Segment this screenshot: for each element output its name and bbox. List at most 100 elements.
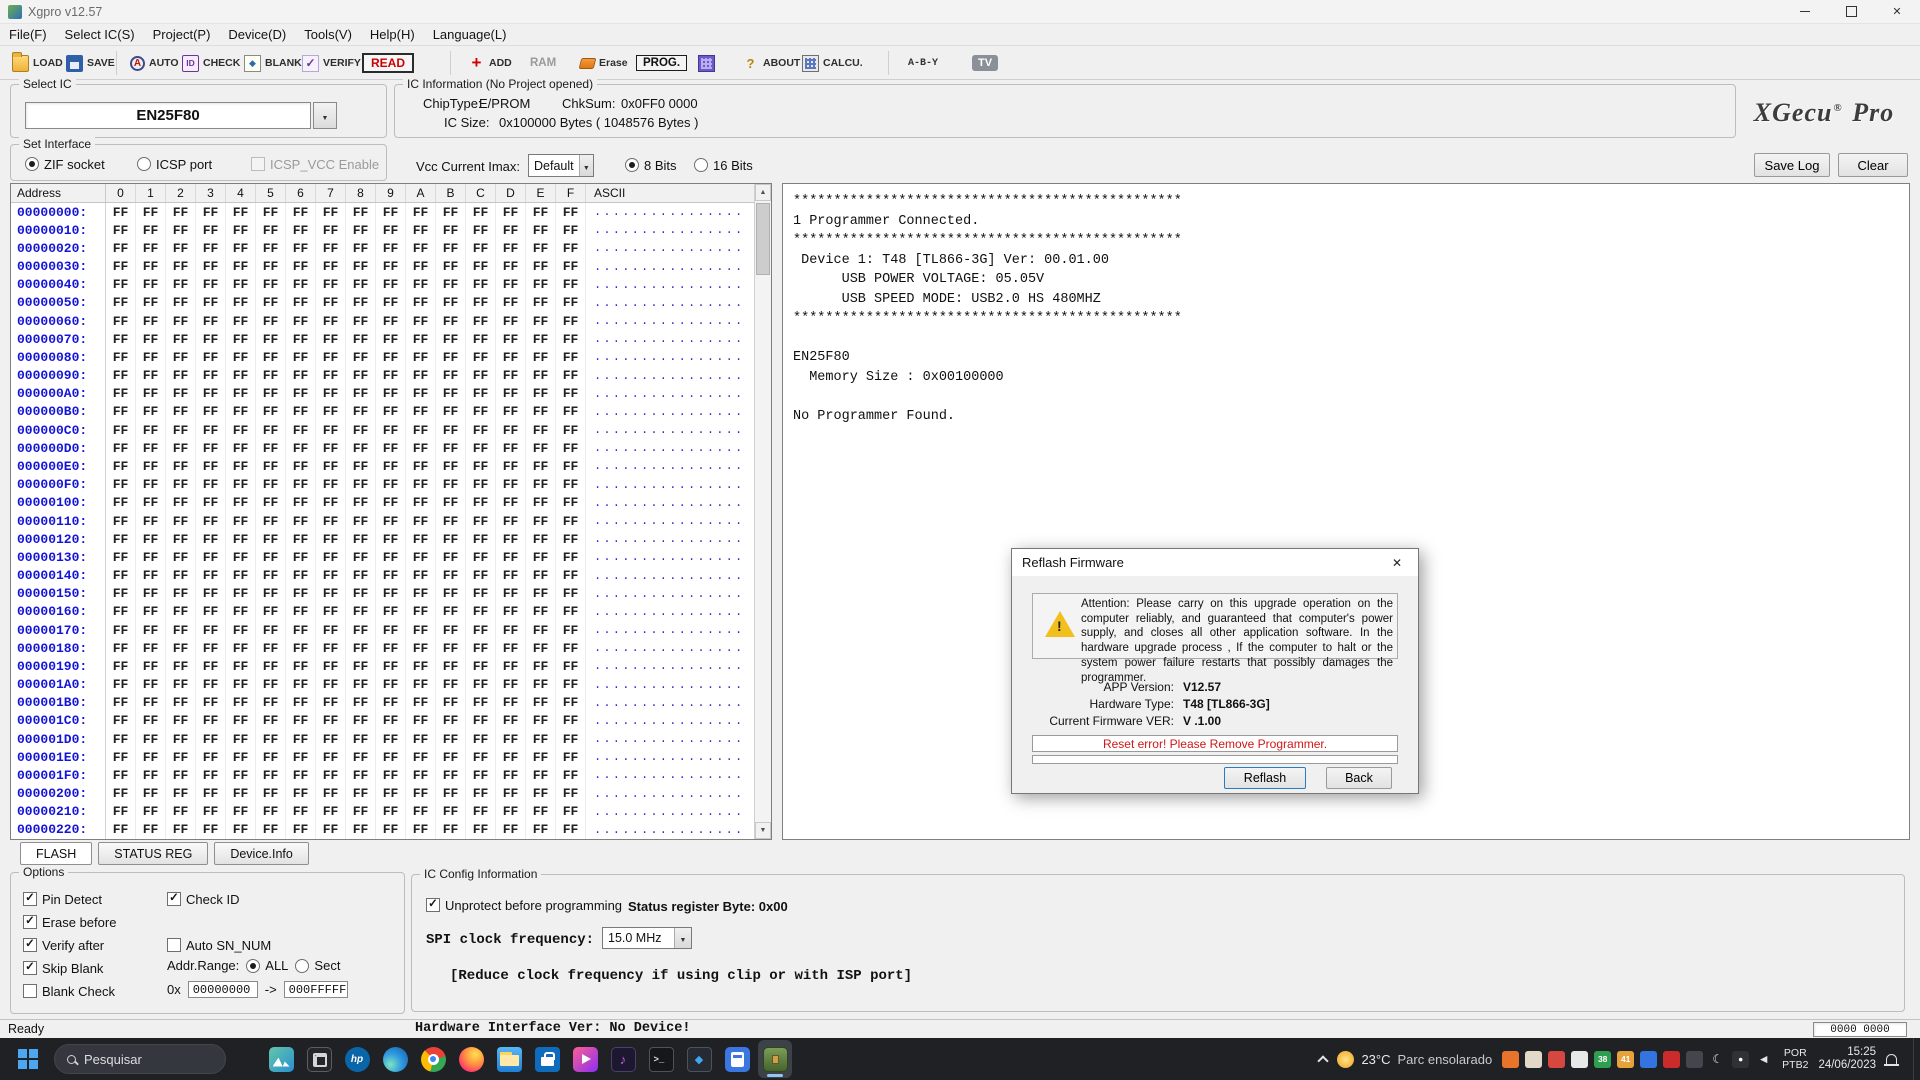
calcu-button[interactable]: CALCU. xyxy=(800,46,865,80)
hex-byte-cell[interactable]: FF xyxy=(466,239,496,257)
hex-byte-cell[interactable]: FF xyxy=(286,385,316,403)
hex-byte-cell[interactable]: FF xyxy=(346,348,376,366)
hex-byte-cell[interactable]: FF xyxy=(166,657,196,675)
tray-icon-speaker[interactable]: ◄ xyxy=(1755,1051,1772,1068)
hex-byte-cell[interactable]: FF xyxy=(496,312,526,330)
taskbar-app-task-view[interactable] xyxy=(302,1040,336,1078)
hex-byte-cell[interactable]: FF xyxy=(466,821,496,839)
hex-byte-cell[interactable]: FF xyxy=(316,312,346,330)
hex-byte-cell[interactable]: FF xyxy=(166,530,196,548)
hex-byte-cell[interactable]: FF xyxy=(136,476,166,494)
hex-byte-cell[interactable]: FF xyxy=(226,512,256,530)
hex-byte-cell[interactable]: FF xyxy=(136,239,166,257)
hex-byte-cell[interactable]: FF xyxy=(556,239,586,257)
hex-byte-cell[interactable]: FF xyxy=(436,530,466,548)
hex-byte-cell[interactable]: FF xyxy=(256,457,286,475)
hex-byte-cell[interactable]: FF xyxy=(436,330,466,348)
hex-byte-cell[interactable]: FF xyxy=(436,258,466,276)
hex-byte-cell[interactable]: FF xyxy=(436,457,466,475)
hex-byte-cell[interactable]: FF xyxy=(436,512,466,530)
hex-byte-cell[interactable]: FF xyxy=(346,439,376,457)
hex-byte-cell[interactable]: FF xyxy=(436,348,466,366)
hex-byte-cell[interactable]: FF xyxy=(466,621,496,639)
hex-byte-cell[interactable]: FF xyxy=(166,712,196,730)
taskbar-app-calculator[interactable] xyxy=(720,1040,754,1078)
hex-byte-cell[interactable]: FF xyxy=(376,239,406,257)
tray-icon-cream[interactable] xyxy=(1525,1051,1542,1068)
hex-byte-cell[interactable]: FF xyxy=(286,803,316,821)
hex-byte-cell[interactable]: FF xyxy=(136,785,166,803)
hex-byte-cell[interactable]: FF xyxy=(436,621,466,639)
hex-byte-cell[interactable]: FF xyxy=(346,512,376,530)
hex-byte-cell[interactable]: FF xyxy=(136,312,166,330)
hex-byte-cell[interactable]: FF xyxy=(316,421,346,439)
hex-byte-cell[interactable]: FF xyxy=(556,621,586,639)
taskbar-clock[interactable]: 15:25 24/06/2023 xyxy=(1818,1046,1876,1073)
hex-byte-cell[interactable]: FF xyxy=(466,694,496,712)
hex-byte-cell[interactable]: FF xyxy=(286,712,316,730)
hex-byte-cell[interactable]: FF xyxy=(166,348,196,366)
menu-item-device-d[interactable]: Device(D) xyxy=(219,24,295,46)
hex-byte-cell[interactable]: FF xyxy=(196,276,226,294)
tab-flash[interactable]: FLASH xyxy=(20,842,92,865)
hex-byte-cell[interactable]: FF xyxy=(526,748,556,766)
hex-byte-cell[interactable]: FF xyxy=(526,421,556,439)
checkbox-check-id[interactable]: Check ID xyxy=(167,891,239,907)
hex-byte-cell[interactable]: FF xyxy=(226,694,256,712)
hex-byte-cell[interactable]: FF xyxy=(196,603,226,621)
hex-byte-cell[interactable]: FF xyxy=(496,512,526,530)
hex-byte-cell[interactable]: FF xyxy=(106,694,136,712)
hex-byte-cell[interactable]: FF xyxy=(556,785,586,803)
hex-byte-cell[interactable]: FF xyxy=(166,785,196,803)
hex-byte-cell[interactable]: FF xyxy=(466,730,496,748)
ram-button[interactable]: RAM xyxy=(528,46,558,80)
tab-device-info[interactable]: Device.Info xyxy=(214,842,309,865)
hex-byte-cell[interactable]: FF xyxy=(286,748,316,766)
hex-byte-cell[interactable]: FF xyxy=(376,203,406,221)
tray-icon-crimson[interactable] xyxy=(1663,1051,1680,1068)
checkbox-unprotect-before-programming[interactable]: Unprotect before programming xyxy=(426,897,622,913)
hex-byte-cell[interactable]: FF xyxy=(436,203,466,221)
hex-byte-cell[interactable]: FF xyxy=(376,221,406,239)
hex-byte-cell[interactable]: FF xyxy=(166,203,196,221)
menu-item-help-h[interactable]: Help(H) xyxy=(361,24,424,46)
hex-byte-cell[interactable]: FF xyxy=(406,766,436,784)
hex-byte-cell[interactable]: FF xyxy=(466,785,496,803)
hex-byte-cell[interactable]: FF xyxy=(196,348,226,366)
hex-byte-cell[interactable]: FF xyxy=(136,530,166,548)
hex-byte-cell[interactable]: FF xyxy=(226,330,256,348)
hex-byte-cell[interactable]: FF xyxy=(406,421,436,439)
hex-byte-cell[interactable]: FF xyxy=(406,530,436,548)
hex-byte-cell[interactable]: FF xyxy=(496,585,526,603)
hex-byte-cell[interactable]: FF xyxy=(376,821,406,839)
hex-byte-cell[interactable]: FF xyxy=(106,621,136,639)
vcc-current-dropdown[interactable]: Default xyxy=(528,154,594,177)
hex-byte-cell[interactable]: FF xyxy=(286,675,316,693)
hex-byte-cell[interactable]: FF xyxy=(106,403,136,421)
radio-sect[interactable]: Sect xyxy=(295,958,340,973)
hex-byte-cell[interactable]: FF xyxy=(556,548,586,566)
hex-byte-cell[interactable]: FF xyxy=(436,639,466,657)
hex-byte-cell[interactable]: FF xyxy=(316,367,346,385)
hex-byte-cell[interactable]: FF xyxy=(556,421,586,439)
taskbar-app-store[interactable] xyxy=(530,1040,564,1078)
hex-byte-cell[interactable]: FF xyxy=(556,730,586,748)
hex-byte-cell[interactable]: FF xyxy=(526,367,556,385)
hex-byte-cell[interactable]: FF xyxy=(436,730,466,748)
hex-byte-cell[interactable]: FF xyxy=(136,421,166,439)
hex-byte-cell[interactable]: FF xyxy=(256,258,286,276)
hex-byte-cell[interactable]: FF xyxy=(376,403,406,421)
hex-byte-cell[interactable]: FF xyxy=(166,512,196,530)
hex-byte-cell[interactable]: FF xyxy=(466,566,496,584)
hex-byte-cell[interactable]: FF xyxy=(226,675,256,693)
hex-byte-cell[interactable]: FF xyxy=(196,312,226,330)
hex-byte-cell[interactable]: FF xyxy=(406,548,436,566)
hex-byte-cell[interactable]: FF xyxy=(496,639,526,657)
hex-byte-cell[interactable]: FF xyxy=(466,530,496,548)
taskbar-app-firefox[interactable] xyxy=(454,1040,488,1078)
hex-byte-cell[interactable]: FF xyxy=(196,621,226,639)
hex-byte-cell[interactable]: FF xyxy=(556,312,586,330)
hex-byte-cell[interactable]: FF xyxy=(256,276,286,294)
hex-byte-cell[interactable]: FF xyxy=(376,548,406,566)
hex-byte-cell[interactable]: FF xyxy=(496,712,526,730)
